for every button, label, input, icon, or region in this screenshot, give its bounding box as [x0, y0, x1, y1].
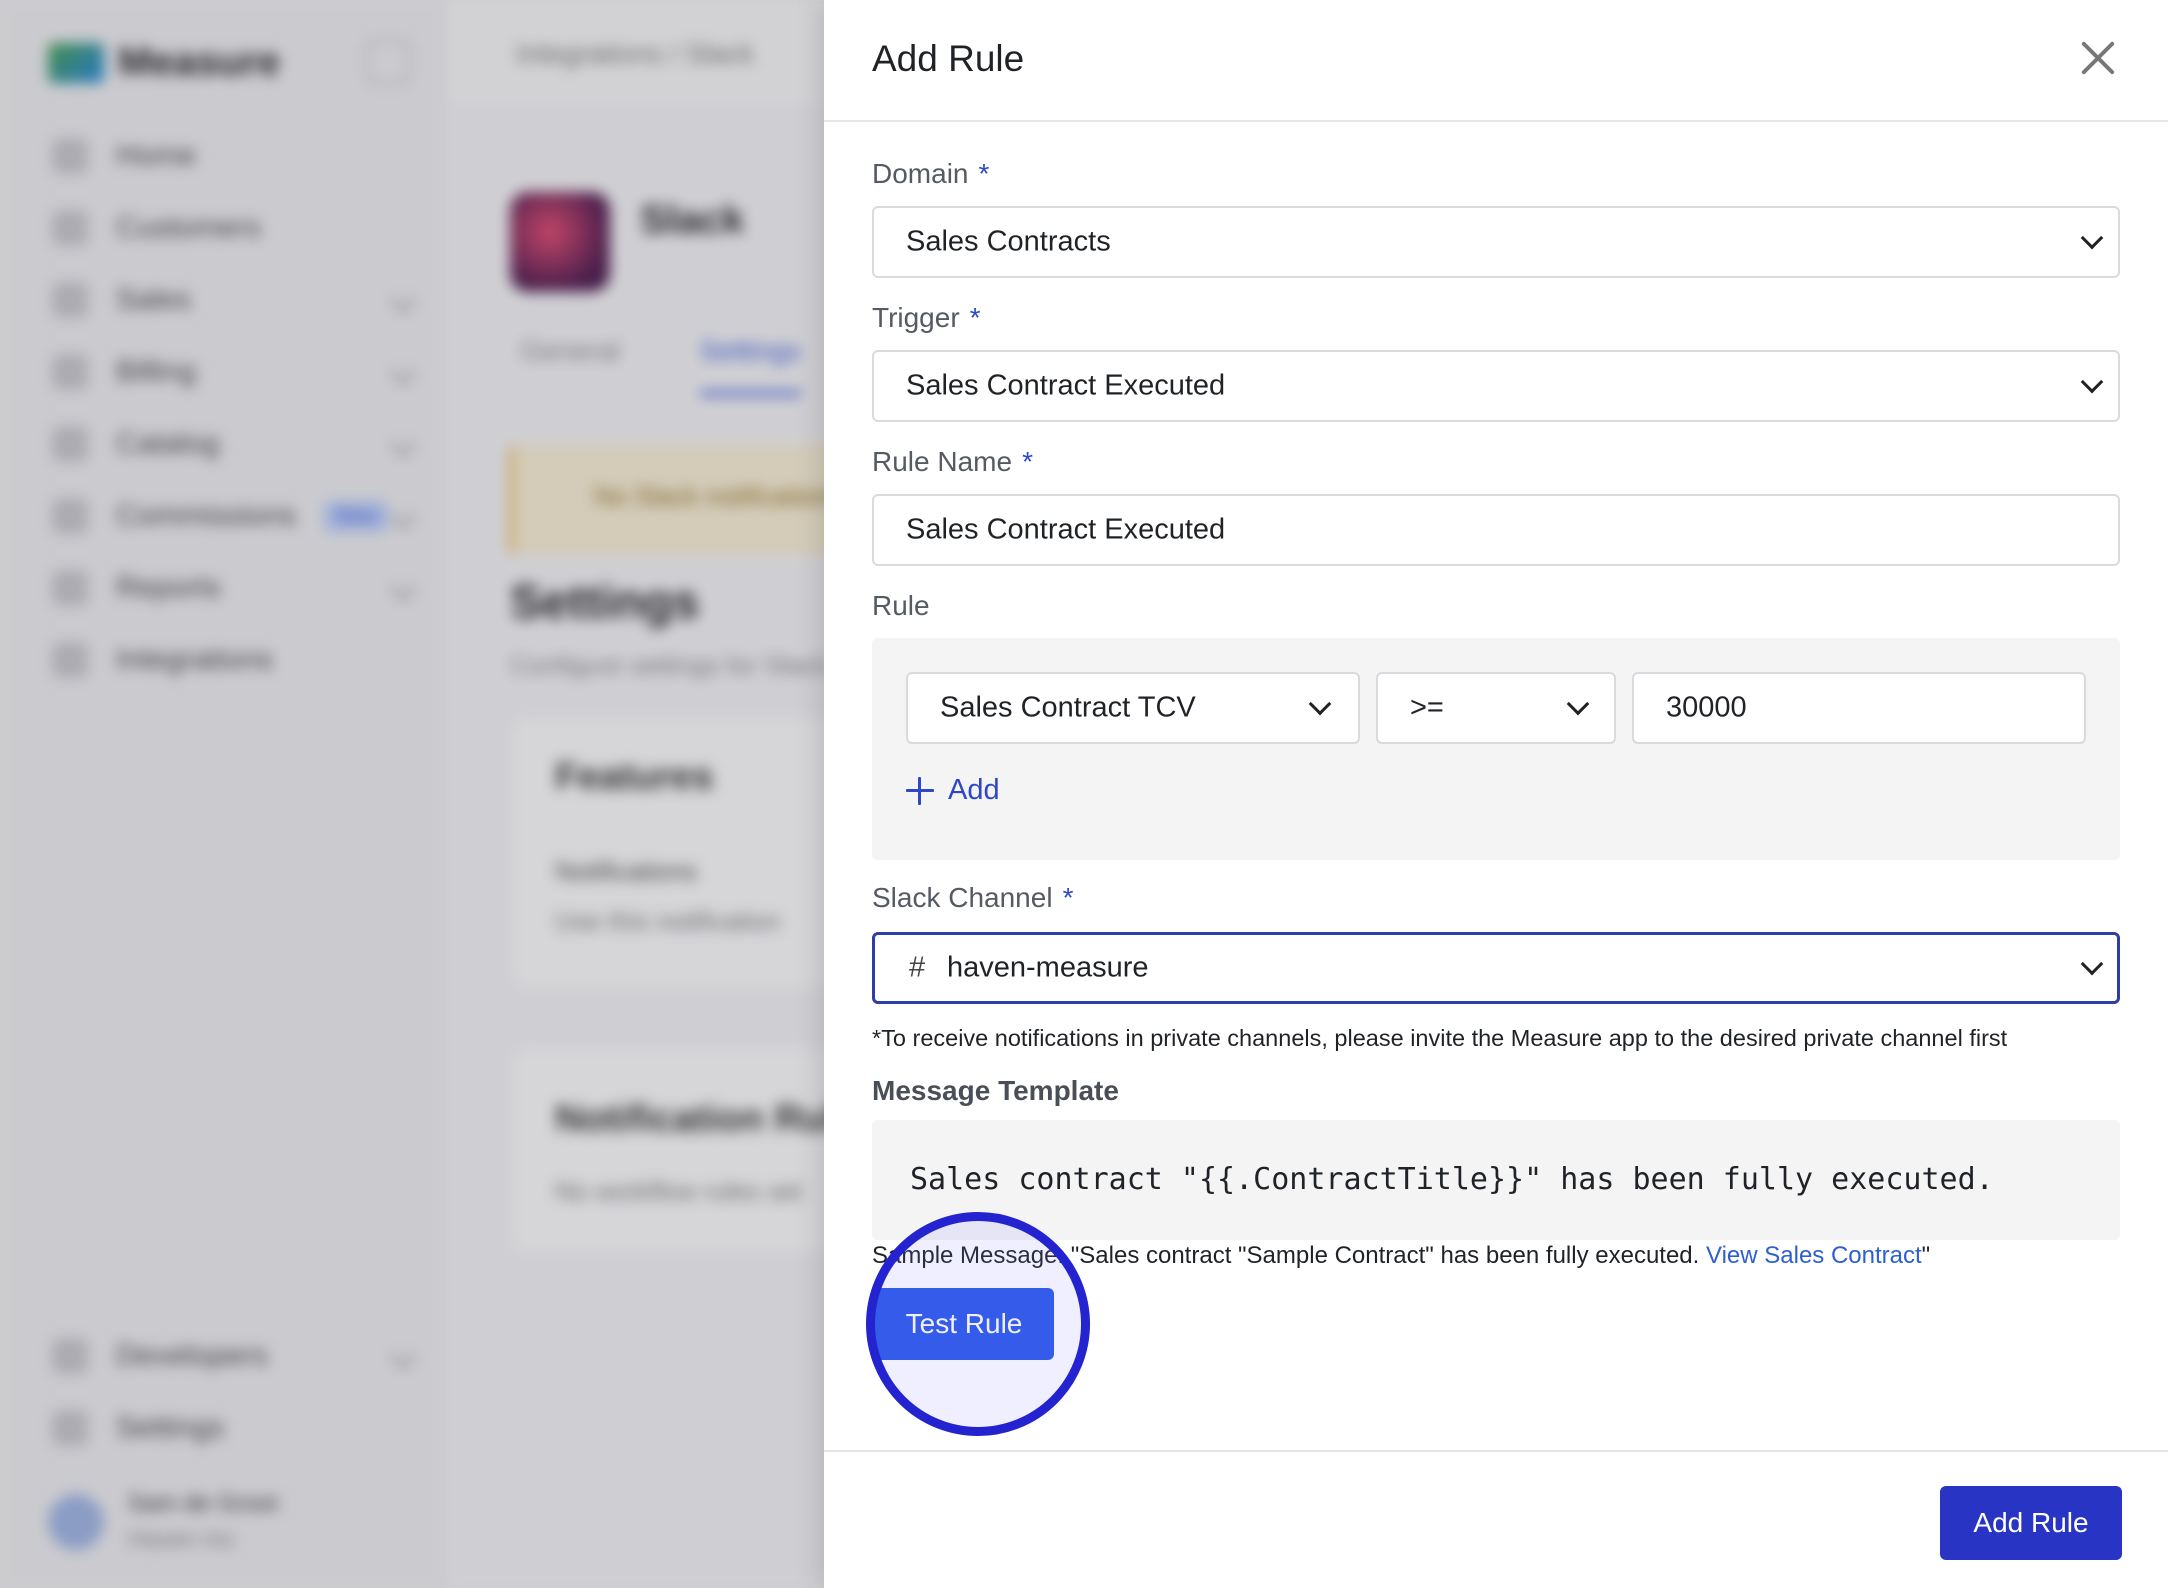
add-rule-drawer: Add Rule Domain * Sales Contracts Trigger… — [824, 0, 2168, 1588]
add-rule-button[interactable]: Add Rule — [1940, 1486, 2122, 1560]
rule-name-label: Rule Name * — [872, 446, 1033, 477]
required-marker: * — [1022, 446, 1033, 477]
rule-operator-value: >= — [1410, 691, 1444, 724]
chevron-down-icon — [1308, 692, 1332, 716]
hash-icon: # — [909, 951, 926, 984]
chevron-down-icon — [2080, 226, 2104, 250]
rule-name-input[interactable]: Sales Contract Executed — [872, 494, 2120, 566]
sample-message-text: Sample Message: "Sales contract "Sample … — [872, 1242, 1706, 1269]
private-channel-note: *To receive notifications in private cha… — [872, 1025, 2008, 1051]
trigger-select[interactable]: Sales Contract Executed — [872, 350, 2120, 422]
rule-value-input[interactable]: 30000 — [1632, 672, 2086, 744]
message-template-heading: Message Template — [872, 1075, 1119, 1106]
domain-select[interactable]: Sales Contracts — [872, 206, 2120, 278]
plus-icon — [906, 776, 934, 805]
domain-label: Domain * — [872, 158, 990, 189]
chevron-down-icon — [1566, 692, 1590, 716]
message-template-editor[interactable]: Sales contract "{{.ContractTitle}}" has … — [872, 1120, 2120, 1240]
required-marker: * — [978, 158, 990, 189]
add-condition-button[interactable]: Add — [906, 774, 1000, 807]
test-rule-button[interactable]: Test Rule — [874, 1288, 1054, 1360]
drawer-header: Add Rule — [824, 0, 2168, 122]
rule-operator-select[interactable]: >= — [1376, 672, 1616, 744]
close-icon[interactable] — [2076, 36, 2120, 80]
rule-name-value: Sales Contract Executed — [906, 513, 1226, 546]
view-sales-contract-link[interactable]: View Sales Contract — [1706, 1242, 1922, 1269]
required-marker: * — [969, 302, 981, 333]
slack-channel-select[interactable]: # haven-measure — [872, 932, 2120, 1004]
trigger-value: Sales Contract Executed — [906, 369, 1226, 402]
domain-value: Sales Contracts — [906, 225, 1111, 258]
rule-label: Rule — [872, 590, 930, 621]
sample-message-suffix: " — [1921, 1242, 1931, 1269]
chevron-down-icon — [2080, 370, 2104, 394]
slack-channel-label: Slack Channel * — [872, 882, 1074, 913]
message-template-text: Sales contract "{{.ContractTitle}}" has … — [910, 1162, 1994, 1197]
chevron-down-icon — [2080, 952, 2104, 976]
required-marker: * — [1062, 882, 1074, 913]
rule-field-select[interactable]: Sales Contract TCV — [906, 672, 1360, 744]
rule-field-value: Sales Contract TCV — [940, 691, 1196, 724]
sample-message: Sample Message: "Sales contract "Sample … — [872, 1242, 1930, 1270]
rule-value: 30000 — [1666, 691, 1747, 724]
add-condition-label: Add — [948, 774, 1000, 806]
rule-conditions: Sales Contract TCV >= 30000 Add — [872, 638, 2120, 860]
slack-channel-value: haven-measure — [947, 951, 1149, 984]
drawer-title: Add Rule — [872, 38, 1025, 79]
drawer-footer: Add Rule — [824, 1450, 2168, 1588]
trigger-label: Trigger * — [872, 302, 981, 333]
